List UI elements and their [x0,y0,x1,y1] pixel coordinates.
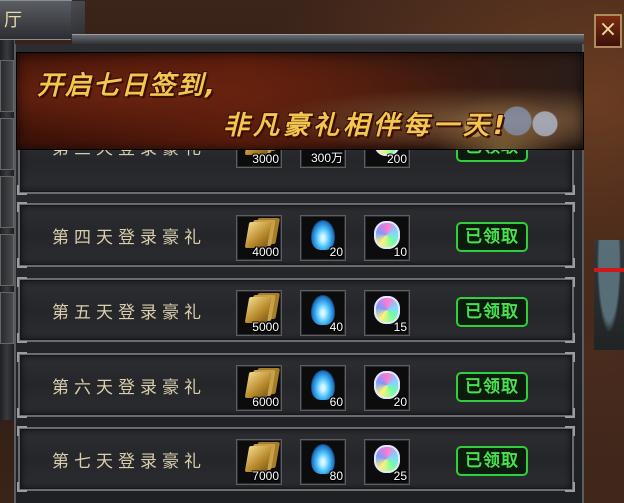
character-health-bar [594,268,624,272]
close-button[interactable]: × [594,14,622,48]
claimed-button[interactable]: 已领取 [456,222,528,252]
reward-amount: 5000 [252,320,279,334]
banner-subline: 非凡豪礼相伴每一天! [223,111,509,141]
claimed-button[interactable]: 已领取 [456,446,528,476]
sign-in-banner: 开启七日签到, 非凡豪礼相伴每一天! [16,52,584,150]
reward-slot[interactable]: 5000 [236,290,282,336]
reward-slot[interactable]: 80 [300,439,346,485]
reward-amount: 25 [393,469,407,483]
row-title: 第六天登录豪礼 [52,378,206,398]
reward-slot[interactable]: 10 [364,215,410,261]
reward-amount: 7000 [252,469,279,483]
reward-slot[interactable]: 60 [300,365,346,411]
reward-amount: 3000 [252,152,279,166]
side-tab-2[interactable] [0,118,14,170]
reward-slot[interactable]: 20 [364,365,410,411]
claimed-button[interactable]: 已领取 [456,297,528,327]
side-tab-1[interactable] [0,60,14,112]
reward-amount: 20 [393,395,407,409]
reward-row: 第四天登录豪礼 4000 20 10 已领取 [17,202,575,268]
reward-amount: 4000 [252,245,279,259]
reward-amount: 300万 [310,151,343,165]
reward-amount: 60 [329,395,343,409]
reward-amount: 15 [393,320,407,334]
window-title: 厅 [4,10,22,31]
reward-slot[interactable]: 25 [364,439,410,485]
player-character[interactable] [594,240,624,350]
reward-row: 第五天登录豪礼 5000 40 15 已领取 [17,277,575,343]
row-title: 第四天登录豪礼 [52,228,206,248]
side-tab-5[interactable] [0,292,14,344]
claimed-button[interactable]: 已领取 [456,372,528,402]
reward-slot[interactable]: 6000 [236,365,282,411]
reward-amount: 10 [393,245,407,259]
reward-amount: 20 [329,245,343,259]
reward-amount: 40 [329,320,343,334]
reward-slot[interactable]: 15 [364,290,410,336]
reward-amount: 80 [329,469,343,483]
reward-row: 第七天登录豪礼 7000 80 25 已领取 [17,426,575,492]
reward-amount: 200 [386,152,407,166]
window-title-tab: 厅 [0,0,85,41]
reward-amount: 6000 [252,395,279,409]
side-tab-strip [0,40,15,420]
reward-slot[interactable]: 4000 [236,215,282,261]
row-title: 第五天登录豪礼 [52,303,206,323]
reward-row: 第六天登录豪礼 6000 60 20 已领取 [17,352,575,418]
reward-slot[interactable]: 7000 [236,439,282,485]
reward-slot[interactable]: 40 [300,290,346,336]
banner-headline: 开启七日签到, [37,71,217,101]
row-title: 第七天登录豪礼 [52,452,206,472]
reward-slot[interactable]: 20 [300,215,346,261]
side-tab-4[interactable] [0,234,14,286]
side-tab-3[interactable] [0,176,14,228]
